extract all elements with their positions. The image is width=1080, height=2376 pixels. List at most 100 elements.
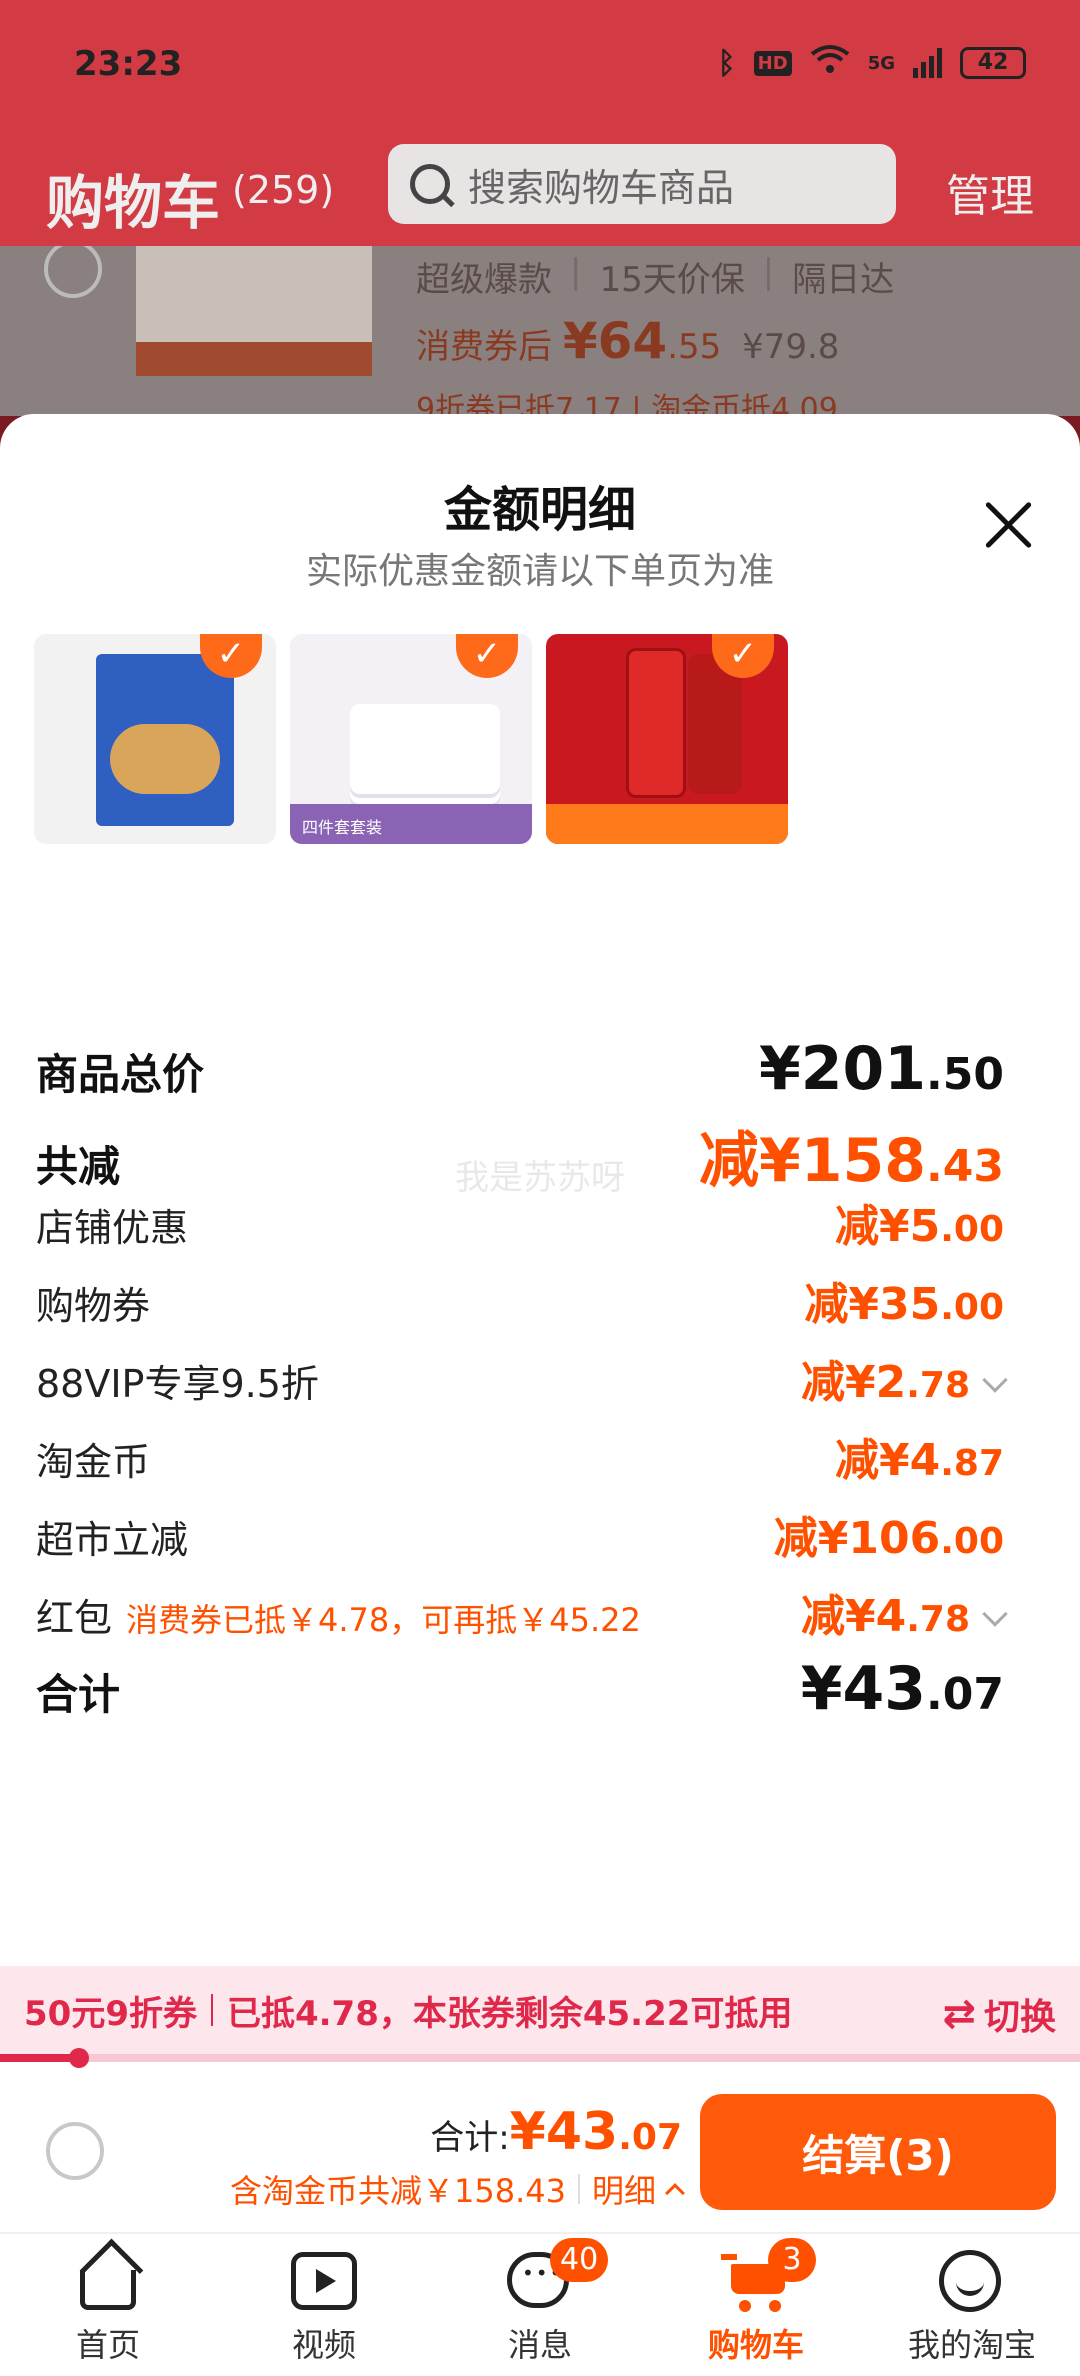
red-packet-label-group: 红包 消费券已抵￥4.78，可再抵￥45.22: [36, 1587, 641, 1642]
amount-dec: .78: [906, 1599, 970, 1640]
amount-int: 减¥5: [834, 1201, 941, 1252]
switch-coupon-button[interactable]: ⇄ 切换: [942, 1988, 1056, 2040]
amount-int: ¥201: [759, 1034, 927, 1104]
network-type: 5G: [867, 52, 895, 74]
amount-int: 减¥4: [800, 1591, 907, 1642]
checkout-button[interactable]: 结算(3): [700, 2094, 1056, 2210]
sheet-title: 金额明细: [443, 482, 636, 538]
red-packet-note: 消费券已抵￥4.78，可再抵￥45.22: [126, 1601, 641, 1639]
store-discount-amount: 减¥5.00: [835, 1190, 1004, 1254]
cart-badge: 3: [768, 2238, 816, 2282]
item-select-radio[interactable]: [44, 246, 102, 298]
amount-dec: .00: [940, 1287, 1004, 1328]
signal-icon: [913, 48, 942, 78]
amount-dec: .87: [940, 1443, 1004, 1484]
amount-dec: .78: [906, 1365, 970, 1406]
bottom-tab-bar: 首页 视频 消息 40 购物车 3 我的淘宝: [0, 2232, 1080, 2376]
tab-label: 购物车: [707, 2326, 804, 2364]
item-tags: 超级爆款 | 15天价保 | 隔日达: [416, 252, 895, 300]
shopping-voucher-amount: 减¥35.00: [804, 1268, 1004, 1332]
checkout-bar: 合计: ¥43.07 含淘金币共减￥158.43 明细 结算(3): [0, 2072, 1080, 2226]
grand-total-amount: ¥43.07: [801, 1654, 1004, 1724]
amount-dec: .00: [940, 1209, 1004, 1250]
vip-discount-label: 88VIP专享9.5折: [36, 1362, 319, 1406]
divider: [210, 1994, 213, 2026]
progress-knob: [68, 2048, 89, 2068]
tab-profile[interactable]: 我的淘宝: [864, 2234, 1080, 2376]
subtotal-row: 商品总价 ¥201.50: [36, 1034, 1004, 1104]
amount-dec: .50: [926, 1049, 1004, 1100]
red-packet-row[interactable]: 红包 消费券已抵￥4.78，可再抵￥45.22 减¥4.78: [36, 1580, 1008, 1644]
shopping-voucher-label: 购物券: [36, 1284, 151, 1328]
store-discount-label: 店铺优惠: [36, 1206, 189, 1250]
subtotal-label: 商品总价: [36, 1050, 205, 1099]
switch-label: 切换: [983, 1997, 1056, 2038]
product-thumbnail[interactable]: 四件套套装 ✓: [290, 634, 532, 844]
status-time: 23:23: [74, 44, 183, 84]
select-all-radio[interactable]: [46, 2122, 104, 2180]
red-packet-label: 红包: [36, 1596, 113, 1640]
amount-int: 减¥4: [834, 1435, 941, 1486]
item-coupon-text: 9折券已抵7.17 | 淘金币抵4.09: [416, 392, 838, 416]
coupon-name: 50元9折券: [24, 1993, 197, 2034]
item-tag: 隔日达: [792, 260, 895, 300]
manage-button[interactable]: 管理: [946, 160, 1034, 224]
amount-dec: .07: [926, 1669, 1004, 1720]
item-price: 消费券后 ¥64.55 ¥79.8: [416, 312, 839, 370]
item-thumbnail[interactable]: [136, 246, 372, 376]
close-icon[interactable]: [984, 500, 1034, 550]
video-icon: [291, 2248, 357, 2314]
amount-dec: .07: [618, 2117, 682, 2158]
original-price: ¥79.8: [742, 327, 840, 367]
product-thumbnail[interactable]: ✓: [34, 634, 276, 844]
price-prefix: 消费券后: [416, 327, 552, 367]
tab-home[interactable]: 首页: [0, 2234, 216, 2376]
shopping-voucher-row: 购物券 减¥35.00: [36, 1268, 1004, 1332]
page-title: 购物车: [46, 169, 221, 237]
product-banner: 四件套套装: [290, 804, 532, 844]
chevron-up-icon: [665, 2183, 685, 2203]
coupon-message: 已抵4.78，本张券剩余45.22可抵用: [226, 1993, 793, 2034]
amount-int: 减¥35: [804, 1279, 941, 1330]
detail-label: 明细: [591, 2172, 656, 2210]
home-icon: [75, 2248, 141, 2314]
price-int: ¥64: [562, 312, 668, 370]
switch-icon: ⇄: [942, 1991, 976, 2037]
gold-coin-row: 淘金币 减¥4.87: [36, 1424, 1004, 1488]
progress-fill: [0, 2054, 79, 2062]
cart-header: 购物车 (259) 搜索购物车商品 管理: [0, 130, 1080, 246]
checkout-total: 合计: ¥43.07: [430, 2102, 682, 2162]
gold-coin-amount: 减¥4.87: [835, 1424, 1004, 1488]
product-thumbnail[interactable]: ✓: [546, 634, 788, 844]
check-icon: ✓: [456, 634, 518, 678]
detail-toggle[interactable]: 明细: [591, 2166, 685, 2212]
supermarket-discount-label: 超市立减: [36, 1518, 189, 1562]
item-tag: 15天价保: [599, 260, 745, 300]
store-discount-row: 店铺优惠 减¥5.00: [36, 1190, 1004, 1254]
cart-count: (259): [232, 168, 335, 212]
search-icon: [410, 164, 450, 204]
search-input[interactable]: 搜索购物车商品: [388, 144, 896, 224]
vip-discount-amount: 减¥2.78: [801, 1346, 1008, 1410]
tab-video[interactable]: 视频: [216, 2234, 432, 2376]
tab-messages[interactable]: 消息 40: [432, 2234, 648, 2376]
supermarket-discount-amount: 减¥106.00: [774, 1502, 1004, 1566]
amount-int: 减¥106: [773, 1513, 941, 1564]
divider: [577, 2174, 580, 2204]
chevron-down-icon[interactable]: [982, 1601, 1008, 1627]
status-icons: ᛒ HD 5G 42: [718, 44, 1026, 82]
vip-discount-row[interactable]: 88VIP专享9.5折 减¥2.78: [36, 1346, 1008, 1410]
gold-coin-label: 淘金币: [36, 1440, 151, 1484]
status-bar: 23:23 ᛒ HD 5G 42: [0, 0, 1080, 130]
tab-label: 我的淘宝: [907, 2326, 1036, 2364]
profile-icon: [939, 2248, 1005, 2314]
cart-item: 超级爆款 | 15天价保 | 隔日达 消费券后 ¥64.55 ¥79.8 9折券…: [0, 246, 1080, 416]
checkout-total-label: 合计:: [430, 2118, 510, 2158]
chevron-down-icon[interactable]: [982, 1367, 1008, 1393]
tab-cart[interactable]: 购物车 3: [648, 2234, 864, 2376]
grand-total-label: 合计: [36, 1670, 121, 1719]
wifi-icon: [810, 44, 850, 82]
amount-int: ¥43: [509, 2102, 619, 2162]
amount-dec: .00: [940, 1521, 1004, 1562]
subtotal-amount: ¥201.50: [759, 1034, 1004, 1104]
